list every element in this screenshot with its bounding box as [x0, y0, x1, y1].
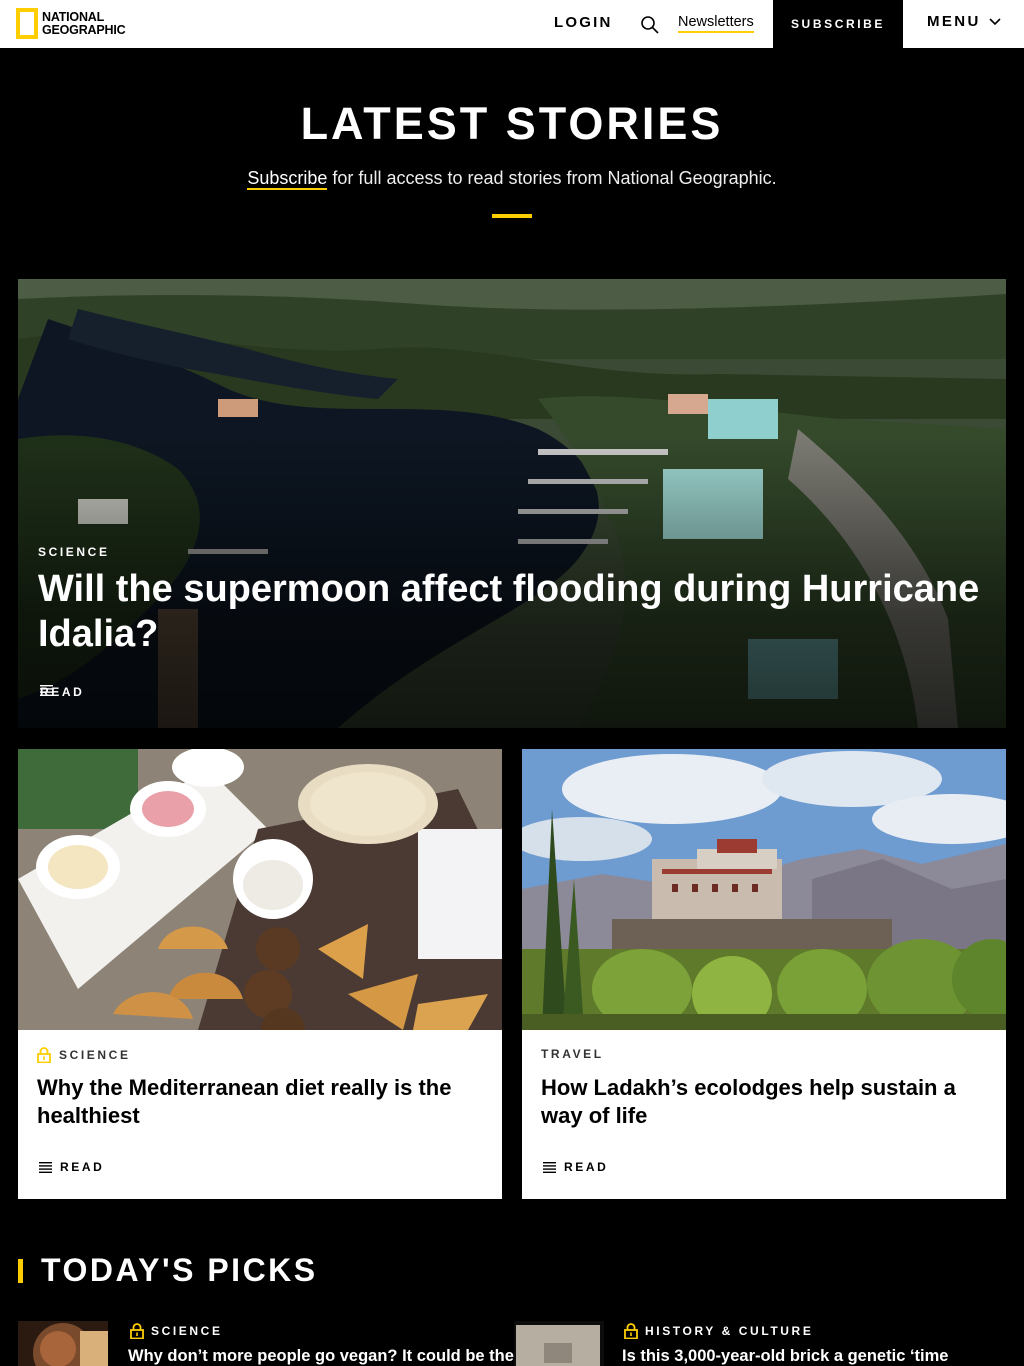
site-header: NATIONAL GEOGRAPHIC LOGIN Newsletters SU…: [0, 0, 1024, 48]
section-accent-bar: [18, 1258, 23, 1283]
section-title: TODAY'S PICKS: [41, 1252, 318, 1288]
subscribe-prompt-text: for full access to read stories from Nat…: [327, 168, 777, 188]
feature-story[interactable]: SCIENCE Will the supermoon affect floodi…: [18, 279, 1006, 728]
menu-button[interactable]: MENU: [927, 13, 1001, 30]
chevron-down-icon: [989, 17, 1001, 25]
card-headline[interactable]: Why the Mediterranean diet really is the…: [37, 1074, 487, 1130]
card-read-label: READ: [564, 1160, 609, 1174]
card-category-label: TRAVEL: [541, 1047, 604, 1061]
pick-headline[interactable]: Why don’t more people go vegan? It could…: [128, 1347, 514, 1366]
pick-item-brick[interactable]: HISTORY & CULTURE Is this 3,000-year-old…: [514, 1321, 1014, 1366]
login-link[interactable]: LOGIN: [554, 14, 613, 31]
story-card-mediterranean[interactable]: SCIENCE Why the Mediterranean diet reall…: [18, 749, 502, 1199]
mediterranean-food-image: [18, 749, 502, 1030]
feature-headline[interactable]: Will the supermoon affect flooding durin…: [38, 567, 988, 657]
feature-gradient: [18, 279, 1006, 728]
pick-headline[interactable]: Is this 3,000-year-old brick a genetic ‘…: [622, 1347, 948, 1366]
search-icon[interactable]: [640, 15, 660, 35]
lock-icon: [130, 1323, 144, 1339]
natgeo-logo[interactable]: NATIONAL GEOGRAPHIC: [16, 8, 126, 39]
pick-category-label: HISTORY & CULTURE: [645, 1324, 814, 1338]
newsletters-link[interactable]: Newsletters: [678, 14, 754, 33]
card-category-row[interactable]: TRAVEL: [541, 1047, 604, 1061]
pick-thumb-brick: [514, 1321, 604, 1366]
menu-label: MENU: [927, 13, 981, 30]
logo-line-2: GEOGRAPHIC: [42, 22, 126, 37]
pick-thumb-vegan: [18, 1321, 108, 1366]
card-category-label: SCIENCE: [59, 1048, 131, 1062]
story-card-ladakh[interactable]: TRAVEL How Ladakh’s ecolodges help susta…: [522, 749, 1006, 1199]
pick-item-vegan[interactable]: SCIENCE Why don’t more people go vegan? …: [18, 1321, 514, 1366]
pick-category-row[interactable]: SCIENCE: [130, 1323, 223, 1339]
card-image-mediterranean: [18, 749, 502, 1030]
card-image-ladakh: [522, 749, 1006, 1030]
card-headline[interactable]: How Ladakh’s ecolodges help sustain a wa…: [541, 1074, 991, 1130]
subscribe-prompt: Subscribe for full access to read storie…: [0, 168, 1024, 190]
card-category-row[interactable]: SCIENCE: [37, 1047, 131, 1063]
todays-picks-heading: TODAY'S PICKS: [18, 1252, 318, 1289]
pick-thumbnail-image: [514, 1321, 604, 1366]
pick-thumbnail-image: [18, 1321, 108, 1366]
ladakh-palace-image: [522, 749, 1006, 1030]
pick-category-label: SCIENCE: [151, 1324, 223, 1338]
feature-read-link[interactable]: READ: [40, 685, 84, 699]
pick-category-row[interactable]: HISTORY & CULTURE: [624, 1323, 813, 1339]
logo-line-1: NATIONAL: [42, 9, 105, 24]
card-read-link[interactable]: READ: [39, 1160, 104, 1174]
article-lines-icon: [39, 1161, 52, 1173]
lock-icon: [624, 1323, 638, 1339]
feature-category[interactable]: SCIENCE: [38, 545, 110, 559]
subscribe-button[interactable]: SUBSCRIBE: [773, 0, 903, 48]
card-read-label: READ: [60, 1160, 105, 1174]
article-lines-icon: [40, 685, 53, 696]
subscribe-inline-link[interactable]: Subscribe: [247, 168, 328, 190]
page-title: LATEST STORIES: [300, 98, 724, 149]
subscribe-button-label: SUBSCRIBE: [790, 17, 886, 31]
article-lines-icon: [543, 1161, 556, 1173]
title-accent-bar: [492, 214, 532, 218]
logo-yellow-frame: [16, 8, 38, 39]
card-read-link[interactable]: READ: [543, 1160, 608, 1174]
lock-icon: [37, 1047, 51, 1063]
